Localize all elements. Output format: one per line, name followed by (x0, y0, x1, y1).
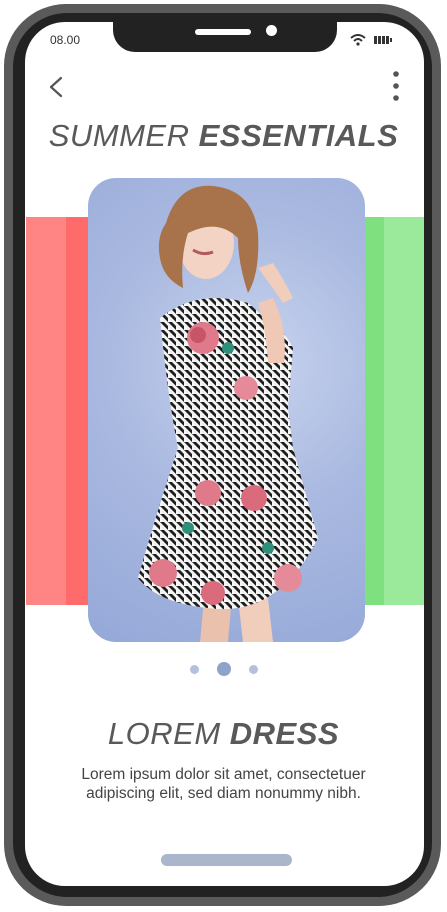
product-name-bold: DRESS (229, 716, 340, 751)
more-vertical-icon[interactable] (390, 70, 402, 102)
page-title-light: SUMMER (48, 118, 190, 153)
prev-slide-edge (66, 217, 88, 605)
product-photo[interactable] (88, 178, 365, 642)
carousel-dot[interactable] (248, 664, 258, 674)
camera-icon (266, 25, 277, 36)
product-description: Lorem ipsum dolor sit amet, consectetuer… (81, 766, 366, 802)
chevron-left-icon[interactable] (46, 76, 68, 98)
home-indicator[interactable] (161, 854, 292, 866)
carousel-dot-active[interactable] (216, 662, 231, 676)
page-title: SUMMER ESSENTIALS (0, 118, 447, 154)
model-illustration (138, 185, 318, 642)
status-time: 08.00 (50, 33, 81, 47)
page-title-bold: ESSENTIALS (198, 118, 399, 153)
product-name: LOREM DRESS (0, 716, 447, 752)
speaker (195, 29, 251, 35)
status-icons (350, 34, 392, 46)
carousel-pagination (0, 662, 447, 676)
wifi-icon (350, 34, 366, 46)
battery-icon (374, 36, 392, 44)
carousel-dot[interactable] (189, 664, 199, 674)
product-name-light: LOREM (107, 716, 221, 751)
notch (113, 22, 337, 52)
